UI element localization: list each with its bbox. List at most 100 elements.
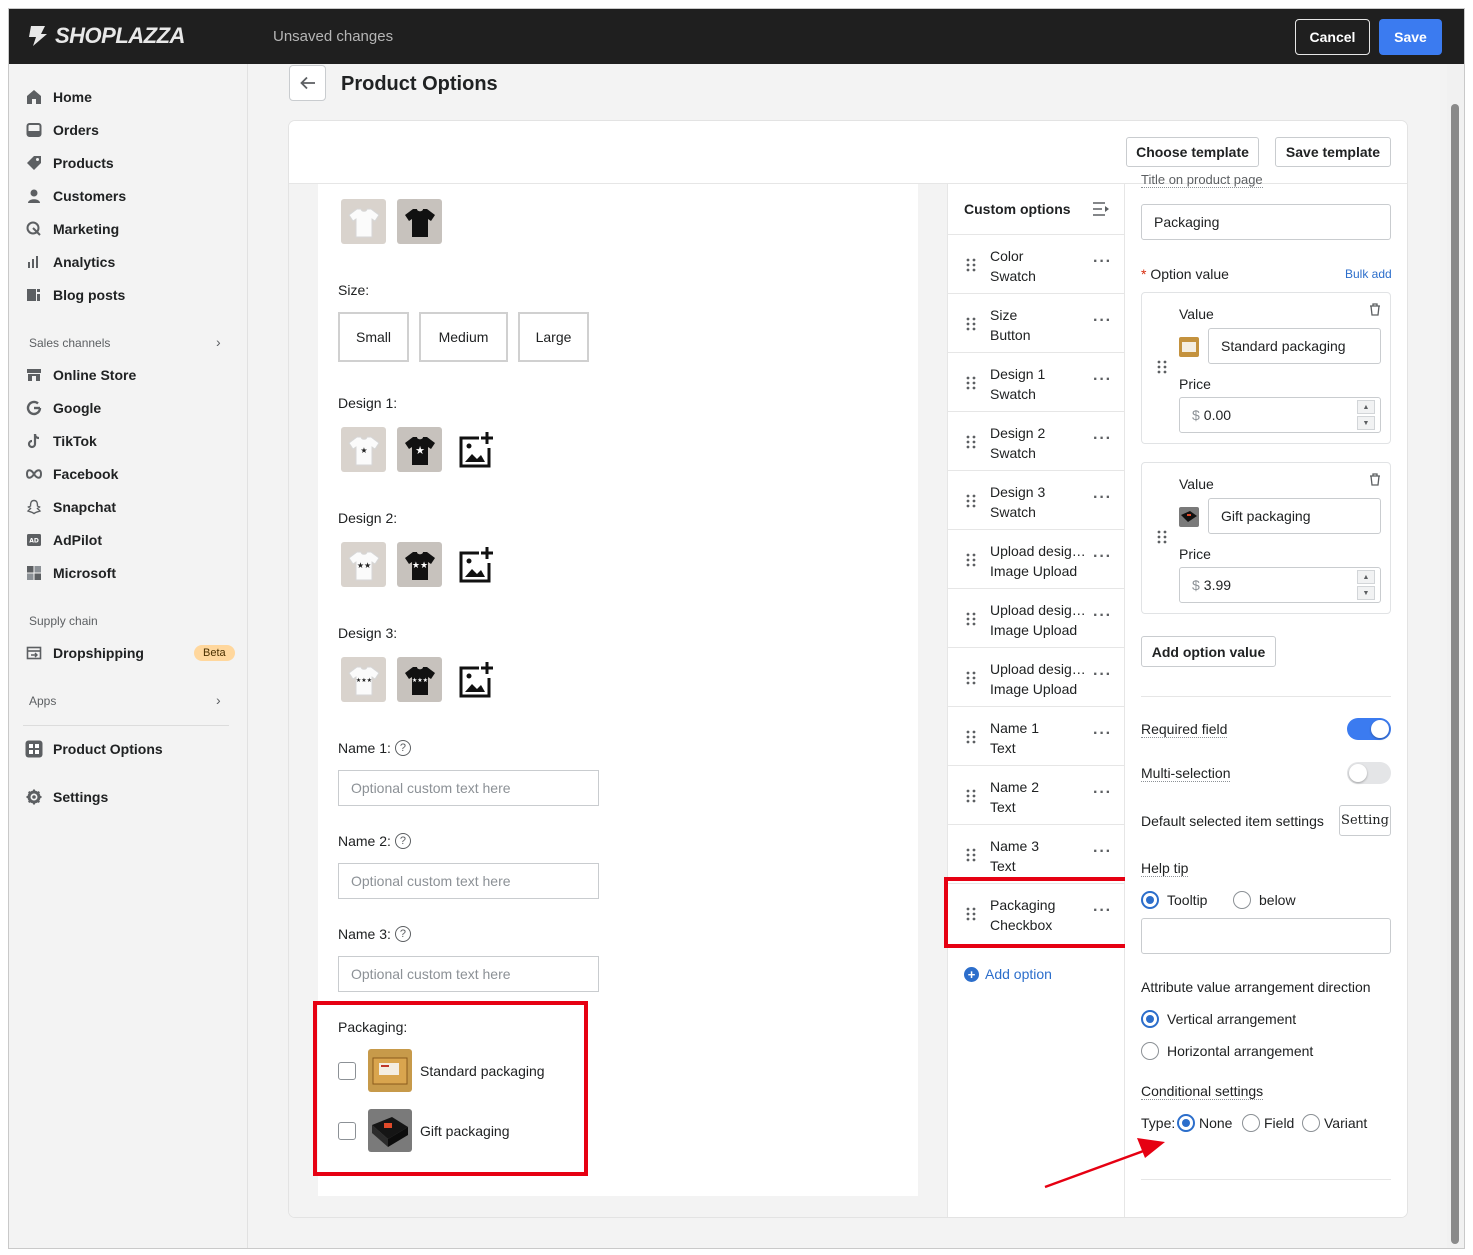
sidebar-item-settings[interactable]: Settings xyxy=(25,786,108,808)
drag-handle-icon[interactable] xyxy=(1157,530,1167,544)
more-options-icon[interactable]: ··· xyxy=(1093,607,1112,625)
save-button[interactable]: Save xyxy=(1379,19,1442,55)
option-row-size[interactable]: Size Button ··· xyxy=(948,294,1125,353)
sidebar-item-tiktok[interactable]: TikTok xyxy=(25,430,97,452)
trash-icon[interactable] xyxy=(1369,473,1381,486)
option-row-name-2[interactable]: Name 2 Text ··· xyxy=(948,766,1125,825)
option-row-design-3[interactable]: Design 3 Swatch ··· xyxy=(948,471,1125,530)
cancel-button[interactable]: Cancel xyxy=(1295,19,1370,55)
apps-heading[interactable]: Apps xyxy=(29,694,56,708)
type-none-radio[interactable] xyxy=(1177,1114,1195,1132)
standard-packaging-thumbnail[interactable] xyxy=(1179,337,1199,357)
choose-template-button[interactable]: Choose template xyxy=(1126,137,1259,167)
option-row-upload-design-2[interactable]: Upload design... Image Upload ··· xyxy=(948,589,1125,648)
tooltip-radio[interactable] xyxy=(1141,891,1159,909)
option-row-design-1[interactable]: Design 1 Swatch ··· xyxy=(948,353,1125,412)
decrement-icon[interactable]: ▼ xyxy=(1357,586,1375,600)
design3-upload-button[interactable] xyxy=(452,657,497,702)
vertical-arrangement-label[interactable]: Vertical arrangement xyxy=(1167,1011,1296,1027)
type-variant-radio[interactable] xyxy=(1302,1114,1320,1132)
collapse-menu-icon[interactable] xyxy=(1092,201,1110,217)
bulk-add-link[interactable]: Bulk add xyxy=(1345,267,1392,281)
chevron-right-icon[interactable]: › xyxy=(216,334,221,350)
help-icon[interactable]: ? xyxy=(394,740,411,756)
price-stepper[interactable]: ▲ ▼ xyxy=(1357,400,1375,430)
decrement-icon[interactable]: ▼ xyxy=(1357,416,1375,430)
back-button[interactable] xyxy=(289,65,326,101)
vertical-arrangement-radio[interactable] xyxy=(1141,1010,1159,1028)
more-options-icon[interactable]: ··· xyxy=(1093,489,1112,507)
type-field-label[interactable]: Field xyxy=(1264,1115,1294,1131)
sidebar-item-snapchat[interactable]: Snapchat xyxy=(25,496,116,518)
more-options-icon[interactable]: ··· xyxy=(1093,548,1112,566)
trash-icon[interactable] xyxy=(1369,303,1381,316)
below-radio-label[interactable]: below xyxy=(1259,892,1296,908)
type-field-radio[interactable] xyxy=(1242,1114,1260,1132)
sidebar-item-online-store[interactable]: Online Store xyxy=(25,364,136,386)
design2-white-swatch[interactable]: ★★ xyxy=(341,542,386,587)
sidebar-item-adpilot[interactable]: AD AdPilot xyxy=(25,529,102,551)
multi-selection-toggle[interactable] xyxy=(1347,762,1391,784)
name3-input[interactable]: Optional custom text here xyxy=(338,956,599,992)
drag-handle-icon[interactable] xyxy=(966,789,976,803)
type-variant-label[interactable]: Variant xyxy=(1324,1115,1367,1131)
gift-packaging-thumbnail[interactable] xyxy=(1179,507,1199,527)
drag-handle-icon[interactable] xyxy=(966,730,976,744)
size-option-large[interactable]: Large xyxy=(518,312,589,362)
option-value-input[interactable]: Gift packaging xyxy=(1208,498,1381,534)
increment-icon[interactable]: ▲ xyxy=(1357,400,1375,414)
title-input[interactable]: Packaging xyxy=(1141,204,1391,240)
price-stepper[interactable]: ▲ ▼ xyxy=(1357,570,1375,600)
sidebar-item-google[interactable]: Google xyxy=(25,397,101,419)
option-row-upload-design-3[interactable]: Upload design... Image Upload ··· xyxy=(948,648,1125,707)
required-field-toggle[interactable] xyxy=(1347,718,1391,740)
drag-handle-icon[interactable] xyxy=(966,553,976,567)
sidebar-item-customers[interactable]: Customers xyxy=(25,185,126,207)
more-options-icon[interactable]: ··· xyxy=(1093,784,1112,802)
option-row-color[interactable]: Color Swatch ··· xyxy=(948,235,1125,294)
below-radio[interactable] xyxy=(1233,891,1251,909)
design1-upload-button[interactable] xyxy=(452,427,497,472)
drag-handle-icon[interactable] xyxy=(966,435,976,449)
chevron-right-icon[interactable]: › xyxy=(216,692,221,708)
white-tshirt-swatch[interactable] xyxy=(341,199,386,244)
drag-handle-icon[interactable] xyxy=(966,258,976,272)
sidebar-item-blog-posts[interactable]: Blog posts xyxy=(25,284,125,306)
price-input[interactable]: $ 0.00 ▲ ▼ xyxy=(1179,397,1381,433)
help-tip-input[interactable] xyxy=(1141,918,1391,954)
tooltip-radio-label[interactable]: Tooltip xyxy=(1167,892,1207,908)
horizontal-arrangement-radio[interactable] xyxy=(1141,1042,1159,1060)
black-tshirt-swatch[interactable] xyxy=(397,199,442,244)
more-options-icon[interactable]: ··· xyxy=(1093,430,1112,448)
option-row-name-3[interactable]: Name 3 Text ··· xyxy=(948,825,1125,884)
sidebar-item-product-options[interactable]: Product Options xyxy=(25,738,163,760)
sidebar-item-dropshipping[interactable]: Dropshipping Beta xyxy=(25,642,235,664)
add-option-value-button[interactable]: Add option value xyxy=(1141,636,1276,667)
size-option-small[interactable]: Small xyxy=(338,312,409,362)
sidebar-item-microsoft[interactable]: Microsoft xyxy=(25,562,116,584)
sidebar-item-home[interactable]: Home xyxy=(25,86,92,108)
shoplazza-logo[interactable]: SHOPLAZZA xyxy=(27,23,185,49)
more-options-icon[interactable]: ··· xyxy=(1093,253,1112,271)
drag-handle-icon[interactable] xyxy=(966,612,976,626)
more-options-icon[interactable]: ··· xyxy=(1093,371,1112,389)
sales-channels-heading[interactable]: Sales channels xyxy=(29,336,110,350)
sidebar-item-products[interactable]: Products xyxy=(25,152,114,174)
option-value-input[interactable]: Standard packaging xyxy=(1208,328,1381,364)
design2-upload-button[interactable] xyxy=(452,542,497,587)
drag-handle-icon[interactable] xyxy=(966,848,976,862)
more-options-icon[interactable]: ··· xyxy=(1093,312,1112,330)
add-option-button[interactable]: + Add option xyxy=(964,966,1052,982)
sidebar-item-facebook[interactable]: Facebook xyxy=(25,463,118,485)
drag-handle-icon[interactable] xyxy=(966,376,976,390)
design2-black-swatch[interactable]: ★★ xyxy=(397,542,442,587)
more-options-icon[interactable]: ··· xyxy=(1093,666,1112,684)
design1-white-swatch[interactable]: ★ xyxy=(341,427,386,472)
size-option-medium[interactable]: Medium xyxy=(419,312,508,362)
drag-handle-icon[interactable] xyxy=(966,671,976,685)
sidebar-item-marketing[interactable]: Marketing xyxy=(25,218,119,240)
help-icon[interactable]: ? xyxy=(394,926,411,942)
design1-black-swatch[interactable]: ★ xyxy=(397,427,442,472)
price-input[interactable]: $ 3.99 ▲ ▼ xyxy=(1179,567,1381,603)
more-options-icon[interactable]: ··· xyxy=(1093,843,1112,861)
